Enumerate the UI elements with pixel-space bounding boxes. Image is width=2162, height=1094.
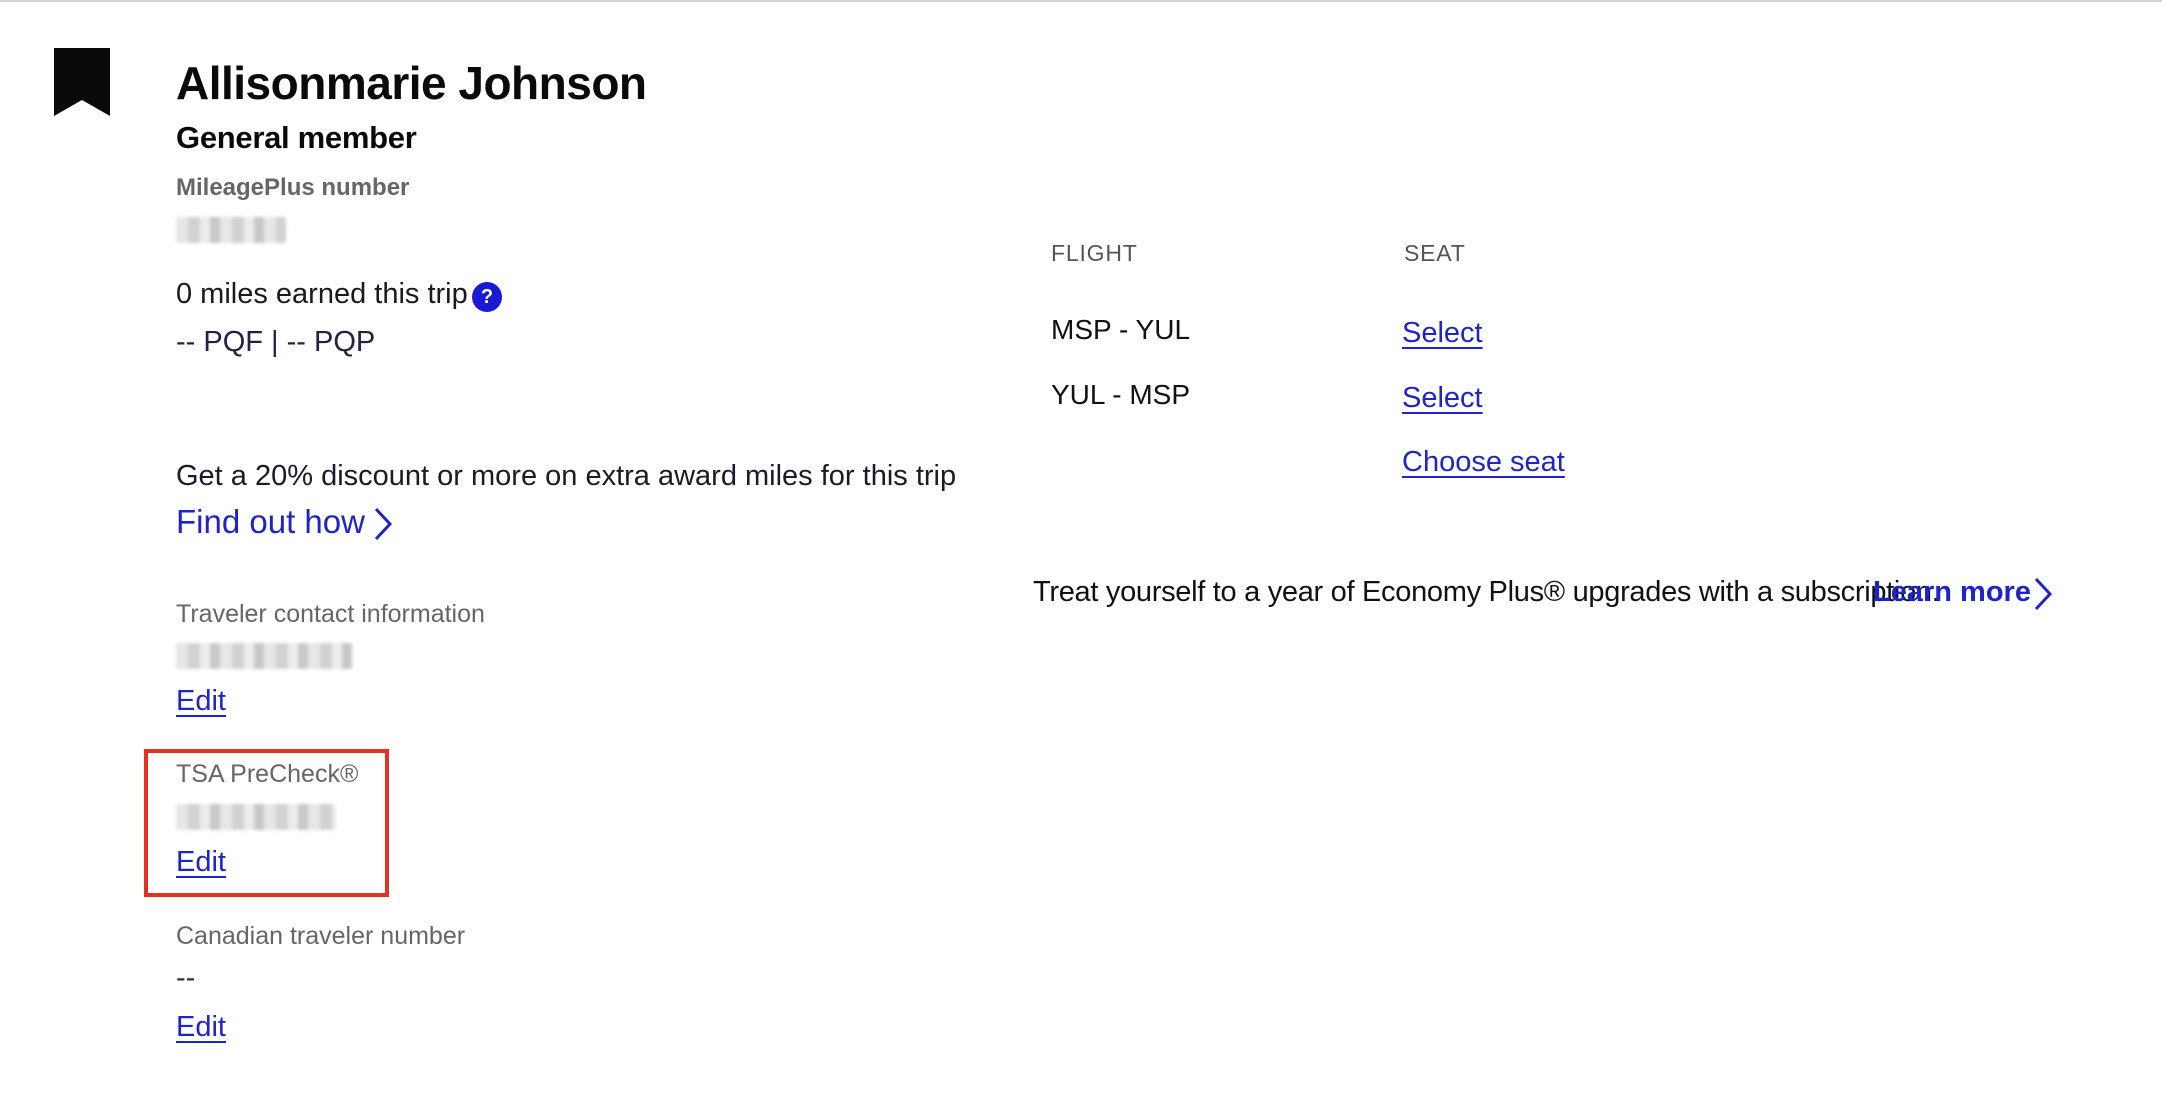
pq-summary: -- PQF | -- PQP <box>176 326 376 358</box>
flight-route: YUL - MSP <box>1051 379 1190 410</box>
canadian-traveler-value: -- <box>176 962 196 994</box>
mileageplus-number-redacted <box>176 217 286 243</box>
economy-plus-upsell-text: Treat yourself to a year of Economy Plus… <box>1033 576 1940 608</box>
award-miles-promo-text: Get a 20% discount or more on extra awar… <box>176 460 957 492</box>
chevron-right-icon[interactable] <box>2032 576 2054 612</box>
chevron-right-icon[interactable] <box>372 506 394 542</box>
contact-info-label: Traveler contact information <box>176 600 485 628</box>
canadian-traveler-label: Canadian traveler number <box>176 922 466 950</box>
choose-seat-link[interactable]: Choose seat <box>1402 446 1565 479</box>
top-divider <box>0 0 2162 2</box>
edit-tsa-link[interactable]: Edit <box>176 846 226 879</box>
help-icon[interactable]: ? <box>472 282 502 312</box>
seat-column-header: SEAT <box>1404 240 1466 266</box>
tsa-number-redacted <box>176 804 336 830</box>
select-seat-link[interactable]: Select <box>1402 382 1483 415</box>
edit-contact-link[interactable]: Edit <box>176 685 226 718</box>
contact-info-redacted <box>176 643 352 669</box>
select-seat-link[interactable]: Select <box>1402 317 1483 350</box>
learn-more-link[interactable]: Learn more <box>1873 576 2031 609</box>
find-out-how-link[interactable]: Find out how <box>176 503 365 541</box>
miles-earned-text: 0 miles earned this trip <box>176 278 468 310</box>
tsa-precheck-label: TSA PreCheck® <box>176 760 359 788</box>
traveler-name: Allisonmarie Johnson <box>176 57 647 109</box>
mileageplus-label: MileagePlus number <box>176 174 410 201</box>
flight-column-header: FLIGHT <box>1051 240 1138 266</box>
edit-canadian-link[interactable]: Edit <box>176 1011 226 1044</box>
flight-route: MSP - YUL <box>1051 314 1191 345</box>
bookmark-icon[interactable] <box>54 48 110 116</box>
membership-tier: General member <box>176 120 417 155</box>
